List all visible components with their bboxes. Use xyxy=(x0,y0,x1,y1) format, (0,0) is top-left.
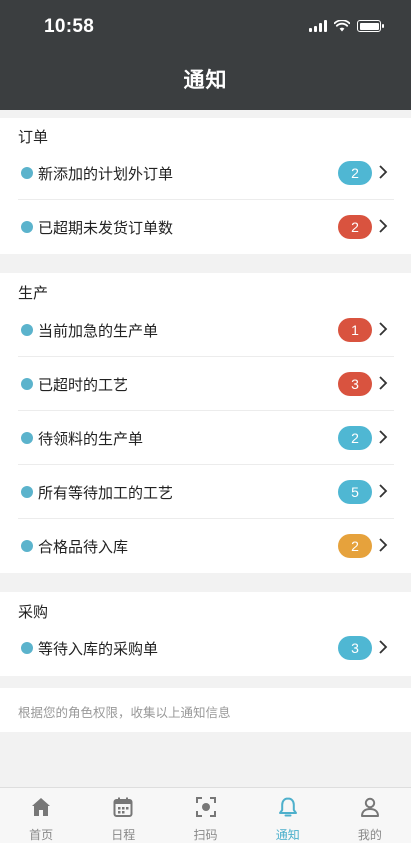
list-item[interactable]: 合格品待入库 2 xyxy=(18,519,394,573)
tab-scan[interactable]: 扫码 xyxy=(164,788,246,843)
tab-label: 通知 xyxy=(275,828,300,842)
list-item-label: 待领料的生产单 xyxy=(38,430,144,448)
count-badge: 3 xyxy=(338,636,372,660)
list-item[interactable]: 所有等待加工的工艺 5 xyxy=(18,465,394,519)
section-production: 生产 当前加急的生产单 1 已超时的工艺 3 待领料的生产单 2 所有等待加工的… xyxy=(0,273,411,573)
chevron-right-icon xyxy=(379,430,388,444)
list-item[interactable]: 新添加的计划外订单 2 xyxy=(18,146,394,200)
tab-label: 扫码 xyxy=(193,828,218,842)
count-badge: 1 xyxy=(338,318,372,342)
list-item-label: 合格品待入库 xyxy=(38,538,129,556)
status-bar: 10:58 xyxy=(0,14,411,42)
list-item[interactable]: 已超期未发货订单数 2 xyxy=(18,200,394,254)
list-item[interactable]: 当前加急的生产单 1 xyxy=(18,303,394,357)
user-icon xyxy=(360,797,379,817)
status-icons xyxy=(309,20,384,32)
list-item[interactable]: 待领料的生产单 2 xyxy=(18,411,394,465)
section-title: 订单 xyxy=(18,128,49,146)
list-item-label: 新添加的计划外订单 xyxy=(38,165,174,183)
page-title: 通知 xyxy=(183,68,228,92)
chevron-right-icon xyxy=(379,165,388,179)
count-badge: 2 xyxy=(338,215,372,239)
count-badge: 5 xyxy=(338,480,372,504)
chevron-right-icon xyxy=(379,376,388,390)
list-item-label: 等待入库的采购单 xyxy=(38,640,159,658)
count-badge: 2 xyxy=(338,161,372,185)
count-badge: 2 xyxy=(338,534,372,558)
tab-label: 首页 xyxy=(29,828,54,842)
bell-icon xyxy=(278,797,297,817)
tab-home[interactable]: 首页 xyxy=(0,788,82,843)
battery-icon xyxy=(357,20,384,32)
chevron-right-icon xyxy=(379,538,388,552)
section-purchasing: 采购 等待入库的采购单 3 xyxy=(0,592,411,676)
list-item-label: 当前加急的生产单 xyxy=(38,322,159,340)
bullet-dot-icon xyxy=(21,642,33,654)
tab-label: 日程 xyxy=(111,828,136,842)
list-item-label: 所有等待加工的工艺 xyxy=(38,484,174,502)
scan-icon xyxy=(195,797,216,817)
bullet-dot-icon xyxy=(21,221,33,233)
chevron-right-icon xyxy=(379,219,388,233)
tab-schedule[interactable]: 日程 xyxy=(82,788,164,843)
list-item[interactable]: 等待入库的采购单 3 xyxy=(18,621,394,675)
section-orders: 订单 新添加的计划外订单 2 已超期未发货订单数 2 xyxy=(0,118,411,254)
section-title: 采购 xyxy=(18,603,49,621)
bullet-dot-icon xyxy=(21,540,33,552)
tab-label: 我的 xyxy=(357,828,382,842)
wifi-icon xyxy=(334,20,350,32)
footer-note: 根据您的角色权限，收集以上通知信息 xyxy=(0,688,411,732)
list-item-label: 已超期未发货订单数 xyxy=(38,219,174,237)
tab-profile[interactable]: 我的 xyxy=(329,788,411,843)
chevron-right-icon xyxy=(379,484,388,498)
footer-note-text: 根据您的角色权限，收集以上通知信息 xyxy=(18,705,231,720)
bullet-dot-icon xyxy=(21,324,33,336)
list-item-label: 已超时的工艺 xyxy=(38,376,129,394)
home-icon xyxy=(32,798,51,816)
bullet-dot-icon xyxy=(21,167,33,179)
list-item[interactable]: 已超时的工艺 3 xyxy=(18,357,394,411)
bullet-dot-icon xyxy=(21,432,33,444)
app-header: 10:58 通知 xyxy=(0,0,411,110)
section-title: 生产 xyxy=(18,284,49,302)
count-badge: 2 xyxy=(338,426,372,450)
tab-bar: 首页 日程 扫码 通知 我的 xyxy=(0,787,411,843)
bullet-dot-icon xyxy=(21,486,33,498)
chevron-right-icon xyxy=(379,640,388,654)
tab-notifications[interactable]: 通知 xyxy=(247,788,329,843)
count-badge: 3 xyxy=(338,372,372,396)
status-time: 10:58 xyxy=(44,16,95,37)
chevron-right-icon xyxy=(379,322,388,336)
bullet-dot-icon xyxy=(21,378,33,390)
calendar-icon xyxy=(113,797,133,817)
signal-icon xyxy=(309,20,327,32)
